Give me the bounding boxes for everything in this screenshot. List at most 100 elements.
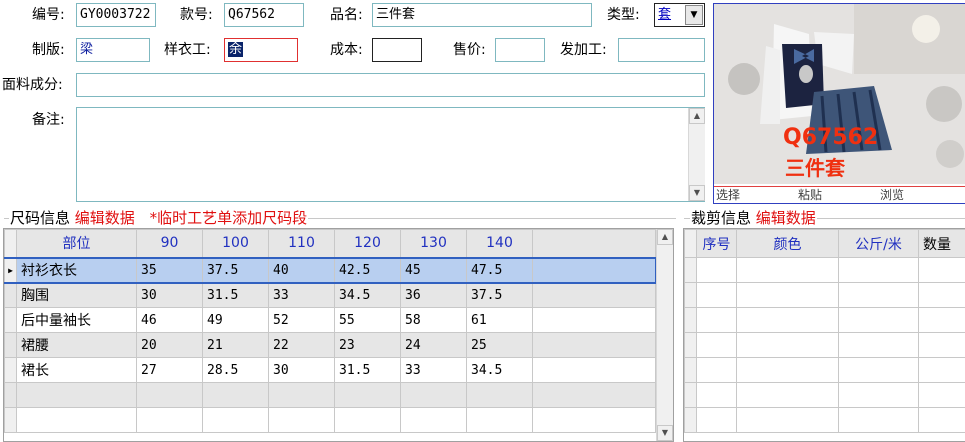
column-header[interactable]: 90	[136, 229, 203, 258]
cut-cell[interactable]	[696, 307, 737, 333]
type-select[interactable]: 套 ▼	[654, 3, 705, 27]
column-header[interactable]: 110	[268, 229, 335, 258]
cut-cell[interactable]	[696, 332, 737, 358]
table-row[interactable]	[684, 357, 965, 383]
size-cell[interactable]	[400, 407, 467, 433]
cut-edit-link[interactable]: 编辑数据	[756, 209, 816, 227]
column-header[interactable]: 颜色	[736, 229, 839, 258]
cut-cell[interactable]	[918, 407, 965, 433]
table-row[interactable]	[684, 282, 965, 308]
cut-cell[interactable]	[696, 257, 737, 283]
size-cell[interactable]	[334, 407, 401, 433]
size-cell[interactable]: 27	[136, 357, 203, 383]
cut-cell[interactable]	[838, 257, 919, 283]
size-cell[interactable]: 21	[202, 332, 269, 358]
size-table-scrollbar[interactable]: ▲ ▼	[656, 229, 673, 441]
size-cell[interactable]	[334, 382, 401, 408]
cut-cell[interactable]	[918, 382, 965, 408]
table-row[interactable]	[684, 332, 965, 358]
chevron-down-icon[interactable]: ▼	[685, 5, 703, 25]
size-cell[interactable]	[466, 407, 533, 433]
column-header[interactable]: 序号	[696, 229, 737, 258]
column-header[interactable]: 100	[202, 229, 269, 258]
fabric-field[interactable]	[76, 73, 705, 97]
price-field[interactable]	[495, 38, 545, 62]
table-row[interactable]	[4, 407, 656, 433]
name-field[interactable]: 三件套	[372, 3, 592, 27]
remark-textarea[interactable]	[76, 107, 705, 202]
code-field[interactable]: GY0003722	[76, 3, 156, 27]
table-row[interactable]	[684, 257, 965, 283]
size-cell[interactable]: 30	[268, 357, 335, 383]
table-row[interactable]	[684, 407, 965, 433]
part-cell[interactable]: 后中量袖长	[16, 307, 137, 333]
cut-cell[interactable]	[918, 282, 965, 308]
column-header[interactable]: 部位	[16, 229, 137, 258]
size-cell[interactable]: 49	[202, 307, 269, 333]
cut-cell[interactable]	[696, 407, 737, 433]
cut-cell[interactable]	[736, 357, 839, 383]
cut-cell[interactable]	[918, 307, 965, 333]
size-cell[interactable]	[400, 382, 467, 408]
size-cell[interactable]: 34.5	[334, 282, 401, 308]
cut-cell[interactable]	[696, 382, 737, 408]
size-cell[interactable]: 31.5	[334, 357, 401, 383]
cut-cell[interactable]	[696, 357, 737, 383]
cut-cell[interactable]	[838, 307, 919, 333]
size-cell[interactable]: 33	[268, 282, 335, 308]
size-edit-link[interactable]: 编辑数据	[75, 209, 135, 227]
size-cell[interactable]: 22	[268, 332, 335, 358]
cut-cell[interactable]	[838, 332, 919, 358]
cut-cell[interactable]	[838, 382, 919, 408]
cut-cell[interactable]	[736, 282, 839, 308]
size-cell[interactable]	[202, 407, 269, 433]
cut-cell[interactable]	[736, 407, 839, 433]
size-cell[interactable]: 37.5	[202, 256, 269, 284]
scroll-up-icon[interactable]: ▲	[657, 229, 673, 245]
table-row[interactable]	[4, 382, 656, 408]
table-row[interactable]: 后中量袖长 46 49 52 55 58 61	[4, 307, 656, 333]
size-cell[interactable]	[202, 382, 269, 408]
size-cell[interactable]	[268, 407, 335, 433]
column-header[interactable]: 120	[334, 229, 401, 258]
size-cell[interactable]: 61	[466, 307, 533, 333]
style-field[interactable]: Q67562	[224, 3, 304, 27]
cut-cell[interactable]	[918, 332, 965, 358]
size-cell[interactable]: 28.5	[202, 357, 269, 383]
cut-cell[interactable]	[736, 307, 839, 333]
size-cell[interactable]: 34.5	[466, 357, 533, 383]
size-cell[interactable]: 52	[268, 307, 335, 333]
size-cell[interactable]: 31.5	[202, 282, 269, 308]
part-cell[interactable]: 裙腰	[16, 332, 137, 358]
table-row[interactable]	[684, 307, 965, 333]
cut-cell[interactable]	[736, 382, 839, 408]
size-cell[interactable]: 36	[400, 282, 467, 308]
cut-cell[interactable]	[696, 282, 737, 308]
photo-browse-button[interactable]: 浏览	[880, 187, 904, 203]
add-size-segment-link[interactable]: *临时工艺单添加尺码段	[150, 209, 308, 227]
scroll-up-icon[interactable]: ▲	[689, 108, 705, 124]
cost-field[interactable]	[372, 38, 422, 62]
maker-field[interactable]: 梁	[76, 38, 150, 62]
table-row[interactable]: 胸围 30 31.5 33 34.5 36 37.5	[4, 282, 656, 308]
column-header[interactable]: 130	[400, 229, 467, 258]
cut-cell[interactable]	[736, 257, 839, 283]
size-cell[interactable]: 46	[136, 307, 203, 333]
size-cell[interactable]: 58	[400, 307, 467, 333]
part-cell[interactable]	[16, 382, 137, 408]
size-cell[interactable]: 42.5	[334, 256, 401, 284]
sample-field[interactable]: 余	[224, 38, 298, 62]
column-header[interactable]: 数量	[918, 229, 965, 258]
size-cell[interactable]: 25	[466, 332, 533, 358]
photo-paste-button[interactable]: 粘贴	[798, 187, 822, 203]
size-cell[interactable]	[136, 407, 203, 433]
size-cell[interactable]: 24	[400, 332, 467, 358]
size-cell[interactable]: 40	[268, 256, 335, 284]
cut-cell[interactable]	[838, 407, 919, 433]
size-cell[interactable]: 35	[136, 256, 203, 284]
size-cell[interactable]: 55	[334, 307, 401, 333]
size-cell[interactable]	[136, 382, 203, 408]
size-cell[interactable]	[268, 382, 335, 408]
scroll-down-icon[interactable]: ▼	[657, 425, 673, 441]
table-row[interactable]: ▶ 衬衫衣长 35 37.5 40 42.5 45 47.5	[4, 256, 657, 284]
